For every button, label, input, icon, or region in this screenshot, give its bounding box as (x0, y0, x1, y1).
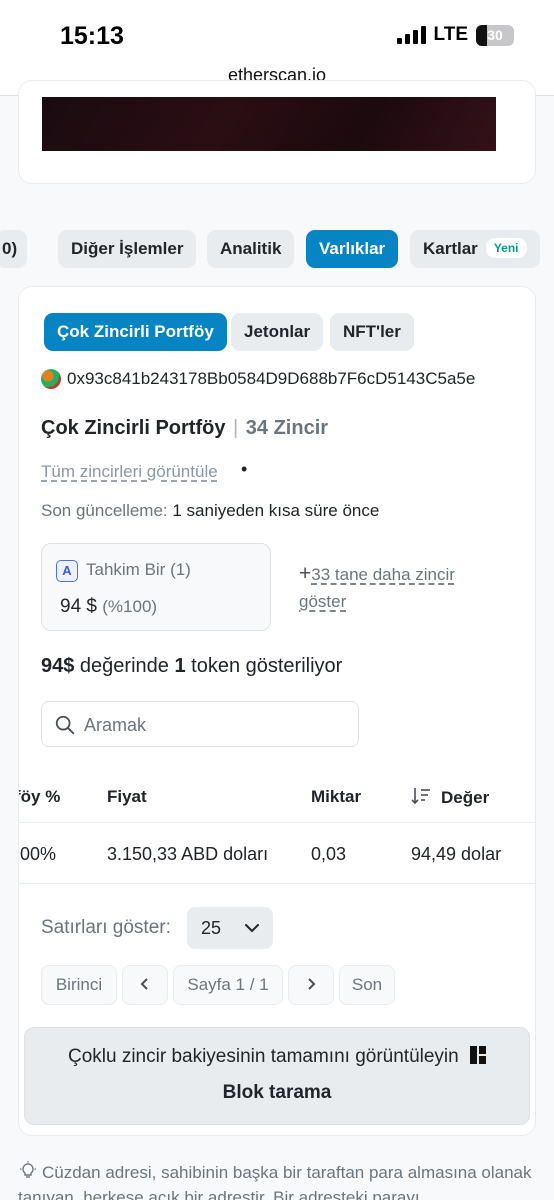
rows-per-page-select[interactable]: 25 (187, 907, 273, 949)
header-value[interactable]: Değer (411, 787, 489, 808)
search-icon (55, 715, 75, 735)
tab-analytics[interactable]: Analitik (207, 230, 295, 268)
tab-transactions-partial[interactable]: 0) (0, 230, 28, 268)
chevron-left-icon (140, 978, 148, 990)
more-chains-label: 33 tane daha zincir göster (299, 565, 455, 611)
cta-text: Çoklu zincir bakiyesinin tamamını görünt… (67, 1046, 459, 1067)
chain-value: 94 $ (%100) (60, 596, 157, 618)
first-page-button[interactable]: Birinci (41, 965, 117, 1005)
tab-label: Varlıklar (319, 239, 386, 258)
sort-descending-icon[interactable] (411, 787, 431, 805)
subtab-label: Jetonlar (244, 322, 311, 341)
tab-label: Kartlar (423, 239, 478, 258)
summary-mid: değerinde (74, 655, 175, 677)
status-bar: 15:13 LTE 30 (0, 0, 554, 62)
status-time: 15:13 (60, 22, 124, 50)
arbitrum-icon: A (56, 560, 78, 582)
battery-level: 30 (487, 26, 503, 43)
view-all-chains-link[interactable]: Tüm zincirleri görüntüle (41, 462, 218, 482)
subtab-label: Çok Zincirli Portföy (57, 322, 214, 341)
cell-value: 94,49 dolar (411, 844, 502, 864)
token-summary: 94$ değerinde 1 token gösteriliyor (41, 655, 342, 678)
banner-card (18, 80, 536, 184)
address-footnote: Cüzdan adresi, sahibinin başka bir taraf… (18, 1160, 538, 1200)
network-type: LTE (433, 24, 468, 45)
wallet-address[interactable]: 0x93c841b243178Bb0584D9D688b7F6cD5143C5a… (67, 369, 475, 389)
cta-text-line: Çoklu zincir bakiyesinin tamamını görünt… (25, 1046, 529, 1068)
status-indicators: LTE 30 (396, 24, 514, 46)
tab-label: Analitik (220, 239, 282, 258)
chain-count: 34 Zincir (245, 417, 329, 439)
chain-value-percent: (%100) (102, 597, 158, 616)
chevron-down-icon (245, 924, 259, 933)
new-badge: Yeni (485, 238, 527, 258)
header-price[interactable]: Fiyat (107, 787, 147, 807)
tab-cards[interactable]: Kartlar Yeni (410, 230, 540, 268)
subtab-tokens[interactable]: Jetonlar (231, 313, 324, 351)
last-updated-value: 1 saniyeden kısa süre önce (172, 501, 380, 520)
tab-label: 0) (2, 239, 18, 258)
cell-percent: .00% (18, 844, 57, 864)
chevron-right-icon (308, 978, 316, 990)
header-portfolio-percent[interactable]: föy % (19, 787, 60, 807)
full-balance-cta[interactable]: Çoklu zincir bakiyesinin tamamını görünt… (24, 1027, 530, 1125)
tab-assets[interactable]: Varlıklar (306, 230, 399, 268)
last-page-button[interactable]: Son (339, 965, 395, 1005)
portfolio-heading: Çok Zincirli Portföy | 34 Zincir (41, 417, 329, 439)
footnote-text: Cüzdan adresi, sahibinin başka bir taraf… (18, 1163, 532, 1200)
subtab-multichain-portfolio[interactable]: Çok Zincirli Portföy (44, 313, 227, 351)
token-search[interactable] (41, 701, 359, 747)
address-row: 0x93c841b243178Bb0584D9D688b7F6cD5143C5a… (41, 369, 475, 389)
prev-page-button[interactable] (122, 965, 168, 1005)
summary-end: token gösteriliyor (185, 655, 343, 677)
cell-price: 3.150,33 ABD doları (107, 844, 269, 864)
chain-card-arbitrum[interactable]: A Tahkim Bir (1) 94 $ (%100) (41, 543, 271, 631)
last-updated-label: Son güncelleme: (41, 501, 168, 520)
table-header: föy % Fiyat Miktar Değer (19, 773, 535, 823)
tab-other-transactions[interactable]: Diğer İşlemler (58, 230, 197, 268)
cell-amount: 0,03 (311, 844, 347, 864)
summary-count: 1 (174, 655, 186, 677)
last-updated: Son güncelleme: 1 saniyeden kısa süre ön… (41, 501, 379, 521)
lightbulb-icon (20, 1161, 36, 1178)
chain-name: Tahkim Bir (1) (86, 560, 191, 579)
show-more-chains-link[interactable]: +33 tane daha zincir göster (299, 560, 499, 615)
subtab-label: NFT'ler (343, 322, 401, 341)
page-indicator: Sayfa 1 / 1 (173, 965, 283, 1005)
table-row: .00% 3.150,33 ABD doları 0,03 94,49 dola… (18, 824, 535, 884)
plus-icon: + (299, 562, 312, 585)
rows-per-page-value: 25 (201, 918, 222, 938)
header-value-label: Değer (441, 788, 490, 807)
battery-icon: 30 (476, 24, 514, 46)
search-input[interactable] (84, 710, 344, 740)
next-page-button[interactable] (288, 965, 334, 1005)
rows-per-page-label: Satırları göster: (41, 917, 171, 938)
summary-amount: 94$ (41, 655, 75, 677)
portfolio-card: Çok Zincirli Portföy Jetonlar NFT'ler 0x… (18, 286, 536, 1136)
chain-value-amount: 94 $ (60, 596, 97, 617)
address-nav-tabs: 0) Diğer İşlemler Analitik Varlıklar Kar… (0, 230, 554, 268)
subtab-nfts[interactable]: NFT'ler (330, 313, 414, 351)
portfolio-title: Çok Zincirli Portföy (41, 417, 226, 439)
address-avatar-icon (41, 369, 61, 389)
header-amount[interactable]: Miktar (311, 787, 361, 807)
banner-image (42, 97, 496, 151)
tab-label: Diğer İşlemler (71, 239, 184, 258)
blockscan-icon (470, 1046, 486, 1064)
separator-bullet: • (241, 459, 248, 479)
signal-icon (396, 26, 426, 44)
blockscan-link[interactable]: Blok tarama (25, 1082, 529, 1104)
